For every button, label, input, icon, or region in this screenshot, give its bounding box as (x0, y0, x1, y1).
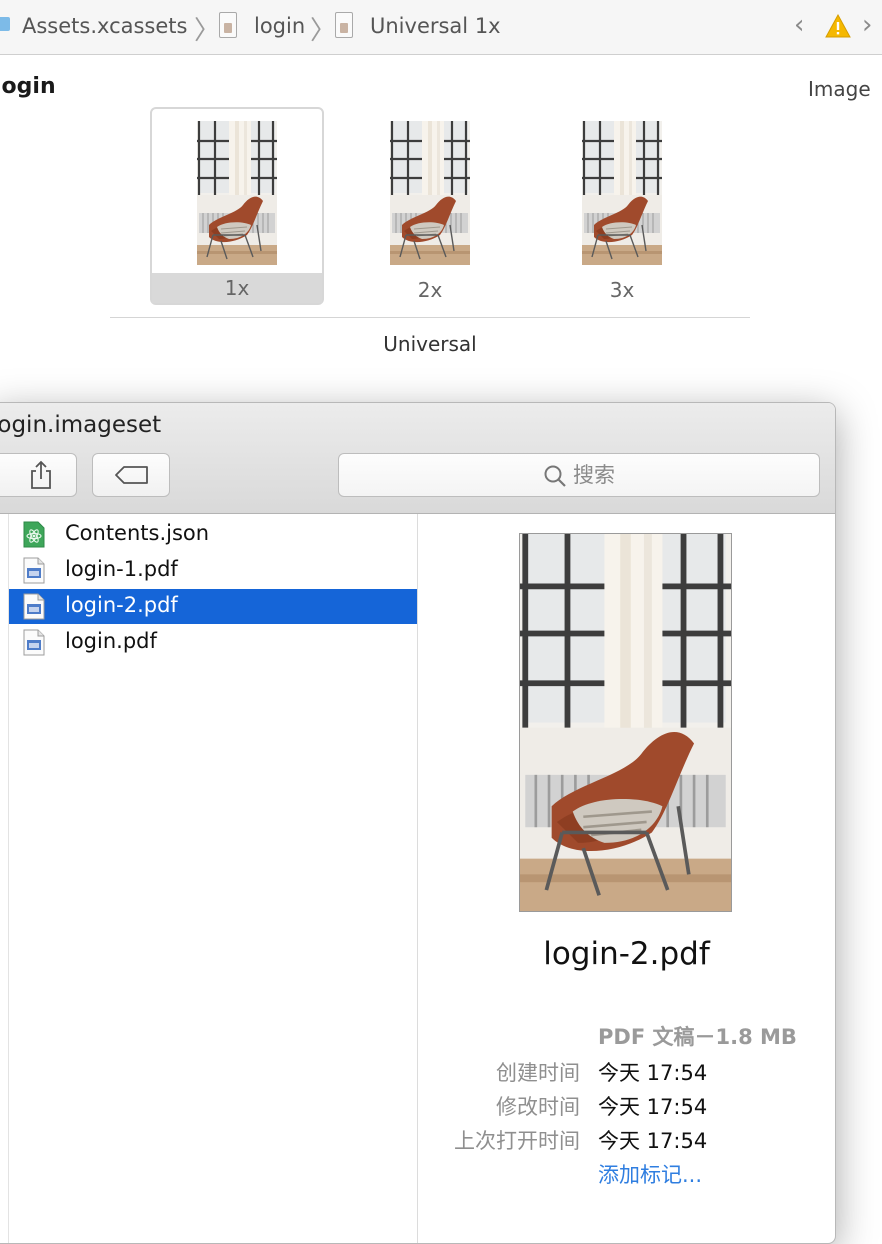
meta-value: 今天 17:54 (598, 1061, 708, 1085)
chevron-right-icon: 〉 (194, 16, 221, 46)
warning-icon[interactable] (825, 14, 851, 38)
breadcrumb-item-universal-1x[interactable]: Universal 1x (370, 14, 501, 38)
preview-image (519, 533, 732, 912)
magnifier-icon (544, 465, 566, 487)
json-file-icon (23, 521, 45, 548)
tag-icon (115, 466, 148, 484)
window-toolbar: login.imageset 搜索 (0, 403, 835, 514)
file-name: Contents.json (65, 521, 210, 545)
pdf-file-icon (23, 557, 45, 584)
meta-row-last-opened: 上次打开时间 今天 17:54 (418, 1125, 835, 1155)
list-item[interactable]: login-1.pdf (9, 553, 417, 588)
group-label: Universal (383, 332, 477, 356)
meta-row-modified: 修改时间 今天 17:54 (418, 1091, 835, 1121)
breadcrumb-item-login[interactable]: login (254, 14, 305, 38)
meta-key: 修改时间 (496, 1095, 580, 1119)
group-divider (110, 317, 750, 318)
meta-value: 今天 17:54 (598, 1129, 708, 1153)
image-slot-3x[interactable]: 3x (535, 107, 709, 305)
image-thumbnail (197, 121, 277, 265)
list-item[interactable]: Contents.json (9, 517, 417, 552)
slot-scale-label: 1x (152, 273, 322, 303)
image-file-icon (219, 12, 237, 38)
column-gutter (0, 514, 9, 1243)
jump-bar: Assets.xcassets 〉 login 〉 Universal 1x ‹… (0, 0, 882, 55)
window-title: login.imageset (0, 412, 162, 438)
pdf-file-icon (23, 629, 45, 656)
pdf-file-icon (23, 593, 45, 620)
asset-set-name: login (0, 74, 56, 99)
share-icon (31, 460, 51, 489)
meta-key: 上次打开时间 (454, 1129, 580, 1153)
image-slot-1x[interactable]: 1x (150, 107, 324, 305)
file-name: login.pdf (65, 629, 157, 653)
slot-scale-label: 3x (609, 278, 635, 302)
chevron-right-icon: 〉 (310, 16, 337, 46)
list-item[interactable]: login.pdf (9, 625, 417, 660)
share-button[interactable] (0, 453, 77, 497)
back-chevron-icon[interactable]: ‹ (794, 10, 804, 40)
file-kind-size: PDF 文稿－1.8 MB (598, 1025, 797, 1049)
finder-window: login.imageset 搜索 Contents.json login-1.… (0, 402, 836, 1244)
file-list: Contents.json login-1.pdf login-2.pdf lo… (0, 514, 418, 1243)
preview-pane: login-2.pdf PDF 文稿－1.8 MB 创建时间 今天 17:54 … (418, 514, 835, 1243)
image-slot-2x[interactable]: 2x (343, 107, 517, 305)
file-name: login-2.pdf (65, 593, 178, 617)
list-item-selected[interactable]: login-2.pdf (9, 589, 417, 624)
meta-value: 今天 17:54 (598, 1095, 708, 1119)
file-name: login-1.pdf (65, 557, 178, 581)
forward-chevron-icon[interactable]: › (862, 10, 872, 40)
image-file-icon (335, 12, 353, 38)
inspector-type-label: Image (808, 77, 871, 101)
search-field[interactable]: 搜索 (338, 453, 820, 497)
tag-button[interactable] (92, 453, 170, 497)
search-placeholder: 搜索 (573, 463, 615, 487)
image-thumbnail (582, 121, 662, 265)
add-tags-link[interactable]: 添加标记... (598, 1159, 702, 1189)
meta-key: 创建时间 (496, 1061, 580, 1085)
breadcrumb-item-assets[interactable]: Assets.xcassets (22, 14, 187, 38)
folder-icon (0, 17, 10, 31)
slot-scale-label: 2x (417, 278, 443, 302)
meta-row-created: 创建时间 今天 17:54 (418, 1057, 835, 1087)
image-thumbnail (390, 121, 470, 265)
preview-file-name: login-2.pdf (543, 936, 710, 972)
